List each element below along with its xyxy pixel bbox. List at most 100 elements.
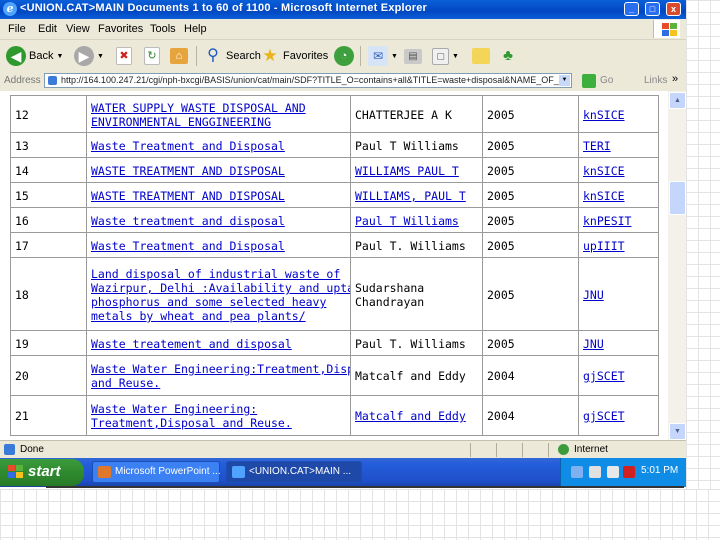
title-link[interactable]: WATER SUPPLY WASTE DISPOSAL AND [91, 101, 306, 115]
printer-tray-icon[interactable] [607, 466, 619, 478]
library-link[interactable]: knSICE [583, 189, 625, 203]
title-link[interactable]: ENVIRONMENTAL ENGGINEERING [91, 115, 271, 129]
scroll-thumb[interactable] [669, 181, 686, 215]
scroll-down-icon[interactable]: ▼ [669, 423, 686, 440]
year-cell: 2005 [482, 132, 579, 158]
results-table: 12 WATER SUPPLY WASTE DISPOSAL AND ENVIRON… [0, 91, 668, 440]
title-link[interactable]: Land disposal of industrial waste of [91, 267, 340, 281]
title-cell: Waste Water Engineering:Treatment,Dispos… [86, 355, 382, 396]
library-link[interactable]: gjSCET [583, 409, 625, 423]
network-icon[interactable] [571, 466, 583, 478]
mail-button[interactable]: ✉ ▼ [368, 45, 398, 67]
author-link[interactable]: WILLIAMS PAUL T [355, 164, 459, 178]
title-link[interactable]: Waste treatement and disposal [91, 337, 292, 351]
table-row: 20 Waste Water Engineering:Treatment,Disp… [0, 355, 668, 396]
menu-file[interactable]: File [8, 23, 26, 35]
print-button[interactable]: ▤ [404, 45, 422, 67]
row-number: 17 [15, 239, 29, 253]
forward-dropdown-icon[interactable]: ▼ [97, 53, 104, 60]
library-link[interactable]: JNU [583, 337, 604, 351]
close-button[interactable]: x [666, 2, 681, 16]
title-link[interactable]: Waste treatment and disposal [91, 214, 285, 228]
edit-button[interactable]: ▢ ▼ [432, 45, 459, 67]
scroll-up-icon[interactable]: ▲ [669, 92, 686, 109]
forward-arrow-icon: ▶ [74, 46, 94, 66]
slide-background [686, 0, 720, 489]
title-link[interactable]: WASTE TREATMENT AND DISPOSAL [91, 189, 285, 203]
title-cell: Waste Treatment and Disposal [86, 232, 351, 258]
library-link[interactable]: TERI [583, 139, 611, 153]
title-link[interactable]: and Reuse. [91, 376, 160, 390]
table-row: 14 WASTE TREATMENT AND DISPOSAL WILLIAMS P… [0, 157, 668, 183]
title-link[interactable]: Waste Water Engineering:Treatment,Dispos… [91, 362, 382, 376]
back-button[interactable]: ◀ Back ▼ [6, 45, 63, 67]
year-cell: 2005 [482, 95, 579, 133]
library-link[interactable]: knSICE [583, 164, 625, 178]
library-link[interactable]: knPESIT [583, 214, 631, 228]
taskbar-item-powerpoint[interactable]: Microsoft PowerPoint ... [92, 461, 221, 483]
powerpoint-icon [98, 466, 111, 478]
title-link[interactable]: phosphorus and some selected heavy [91, 295, 326, 309]
refresh-button[interactable]: ↻ [144, 45, 160, 67]
title-link[interactable]: WASTE TREATMENT AND DISPOSAL [91, 164, 285, 178]
maximize-button[interactable]: □ [645, 2, 660, 16]
home-icon: ⌂ [170, 48, 188, 64]
menu-view[interactable]: View [66, 23, 90, 35]
menu-help[interactable]: Help [184, 23, 207, 35]
menu-edit[interactable]: Edit [38, 23, 57, 35]
menu-tools[interactable]: Tools [150, 23, 176, 35]
address-input[interactable]: http://164.100.247.21/cgi/nph-bxcgi/BASI… [44, 73, 572, 88]
row-number: 13 [15, 139, 29, 153]
discuss-button[interactable] [472, 45, 490, 67]
mail-dropdown-icon[interactable]: ▼ [391, 53, 398, 60]
year-text: 2004 [487, 369, 515, 383]
history-button[interactable]: ◔ [334, 45, 354, 67]
search-button[interactable]: ⚲ Search [203, 45, 261, 67]
go-arrow-icon[interactable] [582, 74, 596, 88]
acrobat-icon[interactable] [623, 466, 635, 478]
library-cell: TERI [578, 132, 659, 158]
taskbar-item-ie[interactable]: <UNION.CAT>MAIN ... [226, 461, 362, 483]
title-link[interactable]: Waste Treatment and Disposal [91, 139, 285, 153]
messenger-icon: ♣ [503, 47, 513, 64]
forward-button[interactable]: ▶ ▼ [74, 45, 104, 67]
title-link[interactable]: Waste Water Engineering: [91, 402, 257, 416]
library-cell: knPESIT [578, 207, 659, 233]
title-link[interactable]: Waste Treatment and Disposal [91, 239, 285, 253]
vertical-scrollbar[interactable]: ▲ ▼ [668, 91, 686, 440]
title-link[interactable]: Wazirpur, Delhi :Availability and uptake… [91, 281, 389, 295]
edit-dropdown-icon[interactable]: ▼ [452, 53, 459, 60]
printer-icon: ▤ [404, 48, 422, 64]
author-cell: WILLIAMS, PAUL T [350, 182, 483, 208]
year-cell: 2005 [482, 207, 579, 233]
refresh-icon: ↻ [144, 47, 160, 65]
library-link[interactable]: knSICE [583, 108, 625, 122]
volume-icon[interactable] [589, 466, 601, 478]
messenger-button[interactable]: ♣ [498, 45, 518, 67]
favorites-button[interactable]: ★ Favorites [260, 45, 328, 67]
internet-zone-icon [558, 444, 569, 455]
author-cell: WILLIAMS PAUL T [350, 157, 483, 183]
address-url: http://164.100.247.21/cgi/nph-bxcgi/BASI… [61, 75, 559, 85]
links-more-icon[interactable]: » [672, 73, 678, 85]
library-link[interactable]: JNU [583, 288, 604, 302]
author-link[interactable]: WILLIAMS, PAUL T [355, 189, 466, 203]
author-link[interactable]: Paul T Williams [355, 214, 459, 228]
home-button[interactable]: ⌂ [170, 45, 188, 67]
library-link[interactable]: gjSCET [583, 369, 625, 383]
title-bar[interactable]: e <UNION.CAT>MAIN Documents 1 to 60 of 1… [0, 0, 686, 19]
title-link[interactable]: Treatment,Disposal and Reuse. [91, 416, 292, 430]
title-link[interactable]: metals by wheat and pea plants/ [91, 309, 306, 323]
minimize-button[interactable]: _ [624, 2, 639, 16]
stop-button[interactable]: ✖ [116, 45, 132, 67]
table-row: 13 Waste Treatment and Disposal Paul T Wil… [0, 132, 668, 158]
links-button[interactable]: Links [644, 75, 667, 86]
library-link[interactable]: upIIIT [583, 239, 625, 253]
security-zone-text: Internet [574, 444, 608, 455]
go-button[interactable]: Go [600, 75, 613, 86]
author-link[interactable]: Matcalf and Eddy [355, 409, 466, 423]
start-button[interactable]: start [0, 459, 84, 486]
menu-favorites[interactable]: Favorites [98, 23, 143, 35]
back-dropdown-icon[interactable]: ▼ [56, 53, 63, 60]
address-dropdown-icon[interactable]: ▼ [559, 75, 570, 86]
